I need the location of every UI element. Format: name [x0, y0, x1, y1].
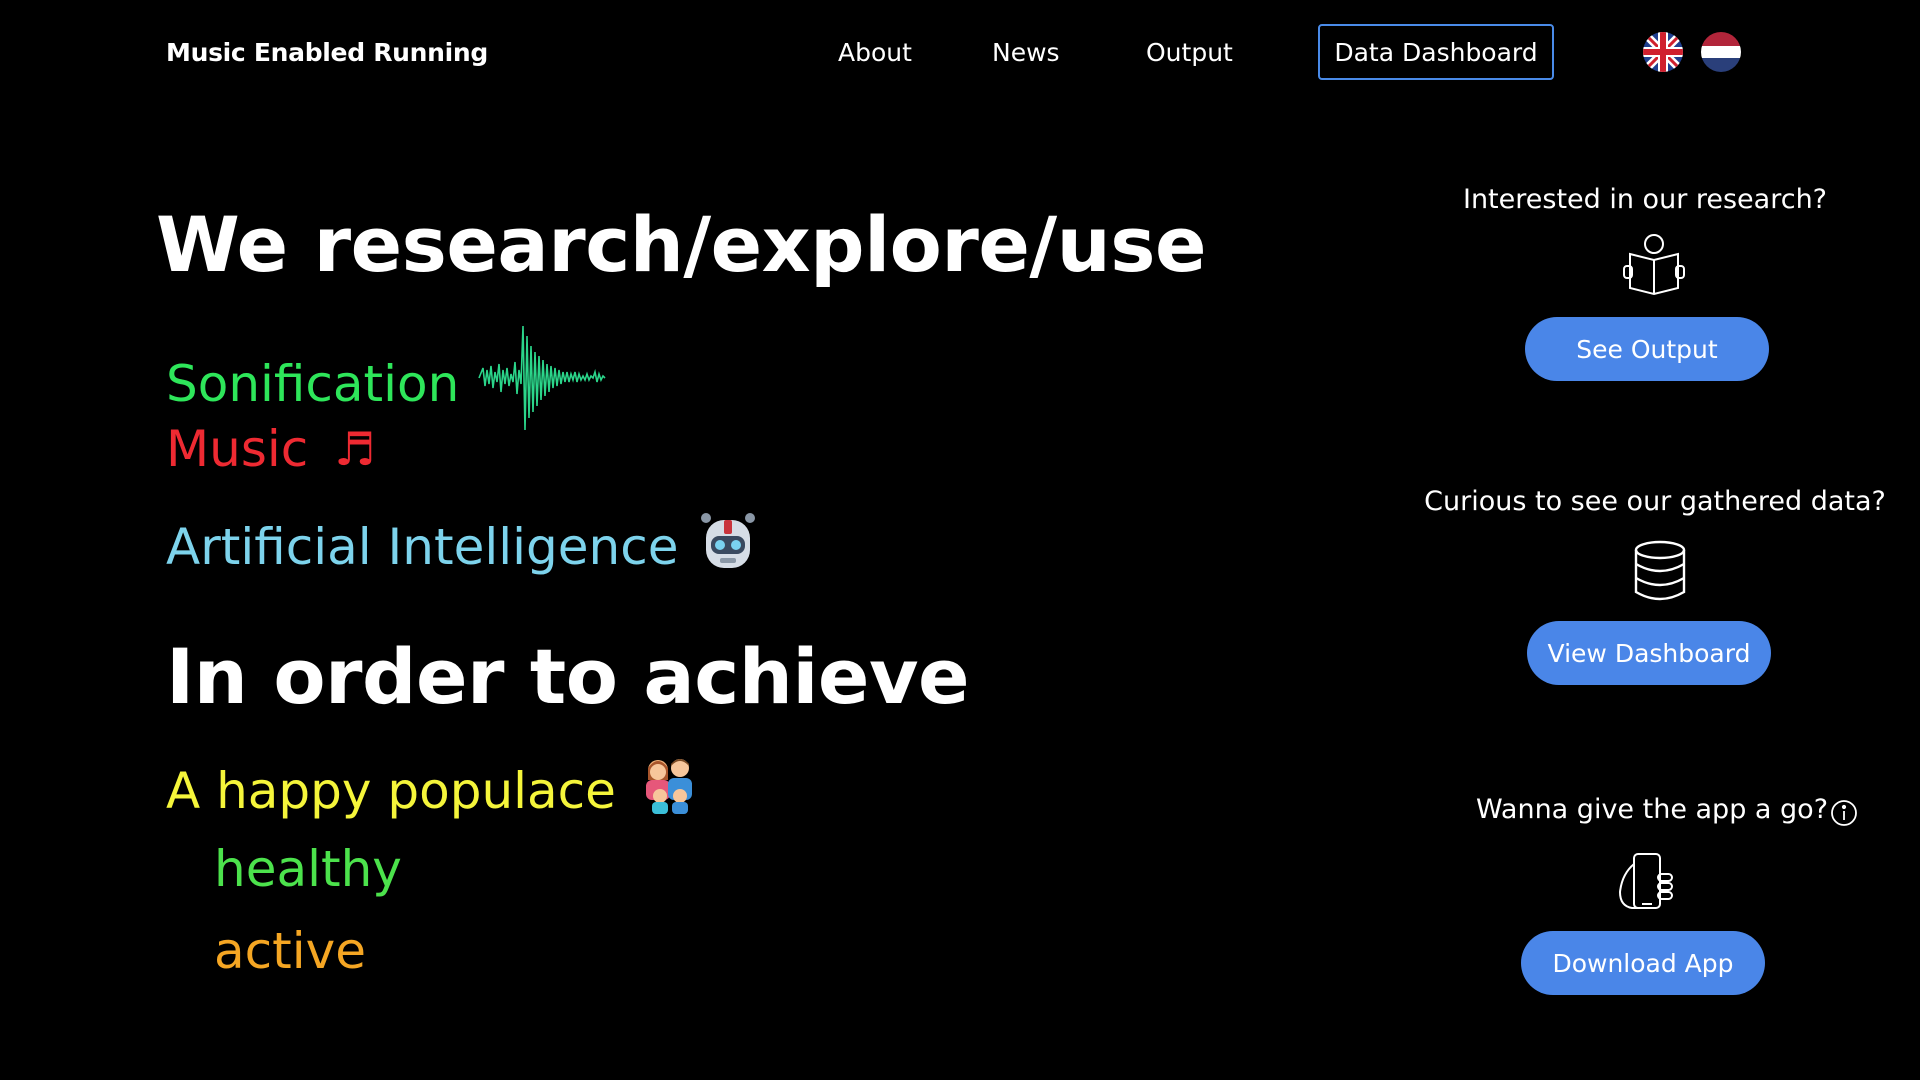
goal-healthy: healthy [214, 840, 402, 898]
nav-news-link[interactable]: News [992, 38, 1060, 67]
topic-label: Sonification [166, 355, 460, 413]
achieve-heading: In order to achieve [166, 632, 970, 721]
see-output-button[interactable]: See Output [1525, 317, 1769, 381]
music-note-icon: ♬ [334, 422, 376, 476]
download-app-button[interactable]: Download App [1521, 931, 1765, 995]
app-card-title: Wanna give the app a go? [1475, 794, 1829, 825]
data-card-title: Curious to see our gathered data? [1424, 486, 1886, 517]
waveform-icon [477, 325, 607, 442]
nl-flag-icon[interactable] [1701, 32, 1741, 72]
nav-output-link[interactable]: Output [1146, 38, 1233, 67]
topic-label: Artificial Intelligence [166, 518, 679, 576]
hero-heading: We research/explore/use [156, 200, 1207, 289]
family-icon [640, 756, 698, 826]
nav-data-dashboard-button[interactable]: Data Dashboard [1318, 24, 1554, 80]
topic-label: Music [166, 420, 309, 478]
goal-label: A happy populace [166, 762, 616, 820]
page: Music Enabled Running About News Output … [0, 0, 1920, 1080]
goal-active: active [214, 922, 366, 980]
phone-in-hand-icon [1616, 852, 1678, 916]
topic-music: Music ♬ [166, 420, 376, 478]
goal-happy-populace: A happy populace [166, 756, 698, 826]
info-icon[interactable] [1830, 799, 1858, 831]
site-brand[interactable]: Music Enabled Running [166, 38, 488, 67]
uk-flag-icon[interactable] [1643, 32, 1683, 72]
database-icon [1632, 540, 1688, 606]
book-reader-icon [1622, 232, 1686, 300]
topic-artificial-intelligence: Artificial Intelligence [166, 510, 758, 584]
view-dashboard-button[interactable]: View Dashboard [1527, 621, 1771, 685]
robot-icon [698, 510, 758, 584]
research-card-title: Interested in our research? [1462, 184, 1828, 215]
nav-about-link[interactable]: About [838, 38, 912, 67]
